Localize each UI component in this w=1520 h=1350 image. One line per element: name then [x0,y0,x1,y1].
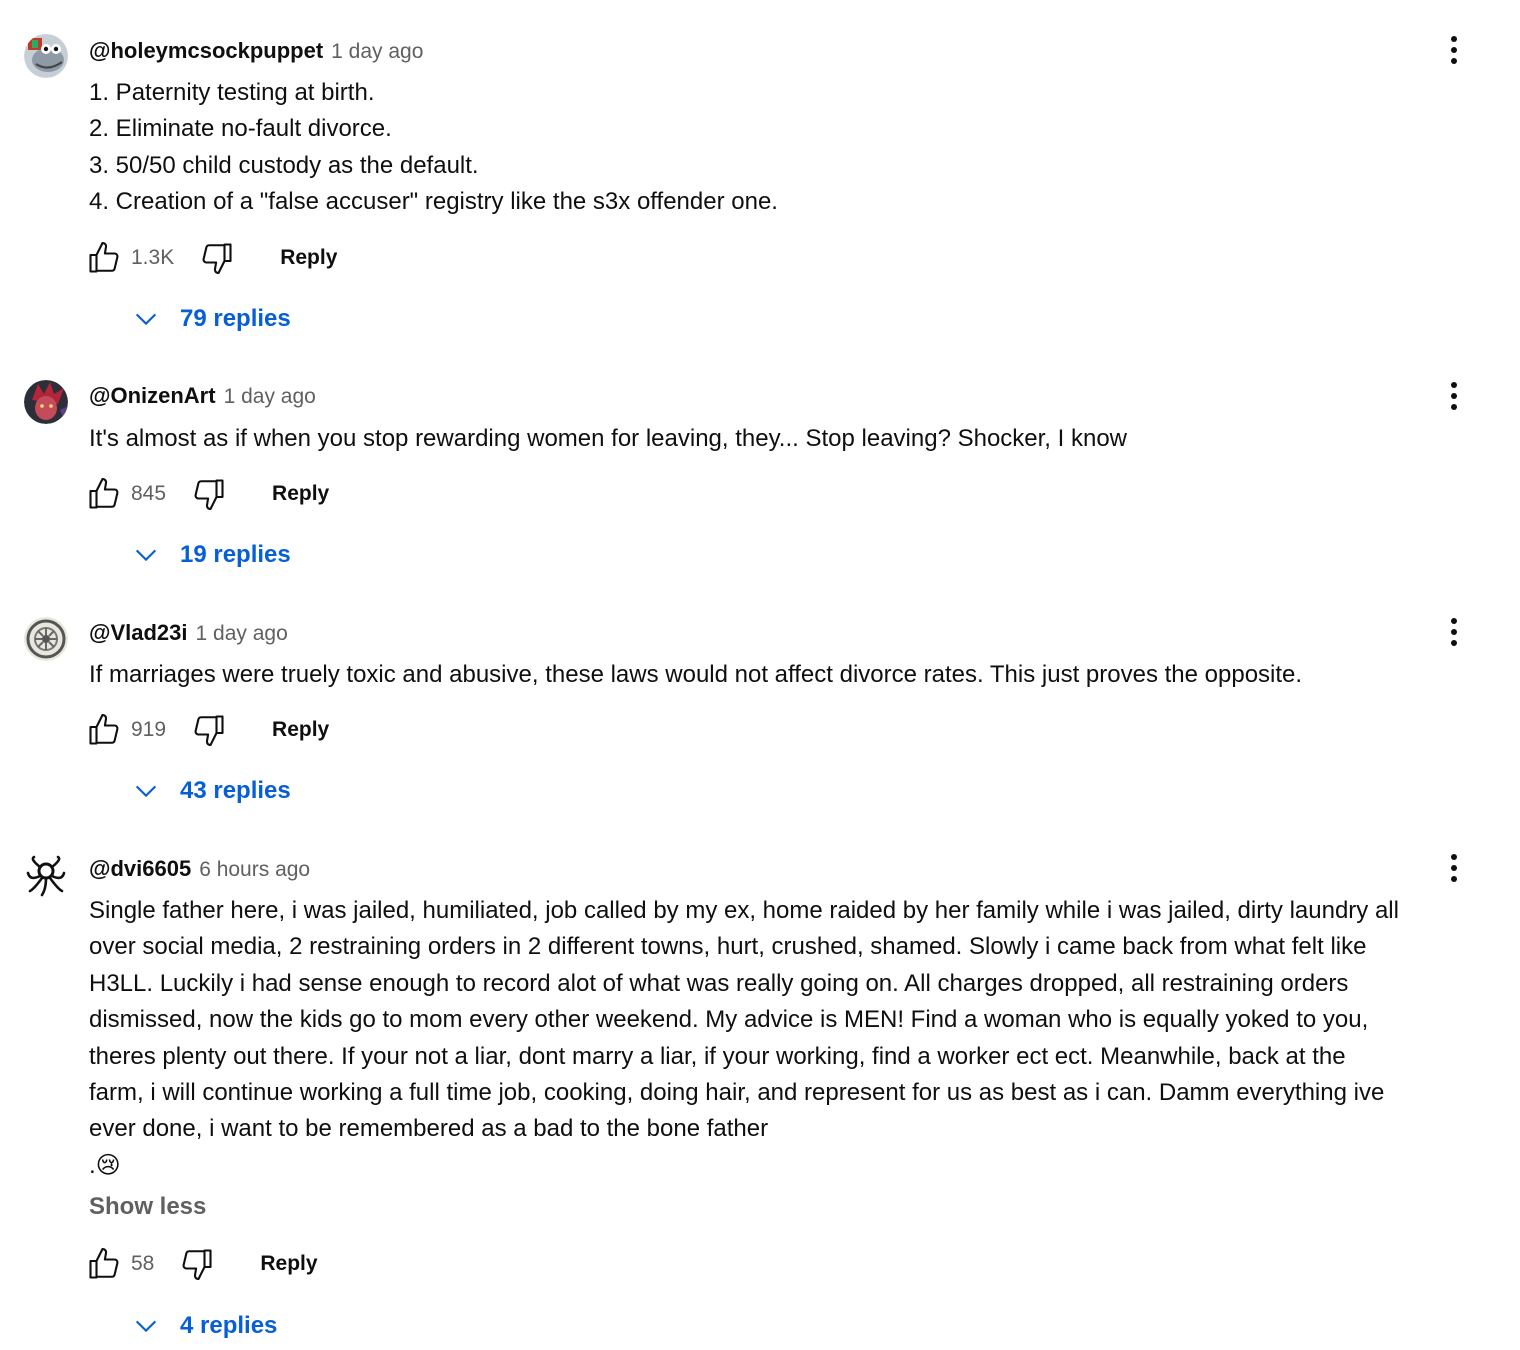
thumbs-down-icon [194,715,224,747]
comment-line: 2. Eliminate no-fault divorce. [89,115,392,143]
chevron-down-icon [130,775,162,807]
chevron-down-icon [130,1310,162,1342]
thumbs-down-icon [202,243,232,275]
reply-button[interactable]: Reply [272,718,329,742]
comment-text: 1. Paternity testing at birth. 2. Elimin… [89,75,1479,221]
comment-author[interactable]: @Vlad23i [89,620,188,646]
thumbs-down-icon [194,479,224,511]
avatar[interactable] [24,617,68,661]
replies-count[interactable]: 79 replies [180,305,291,333]
kebab-dot [1451,47,1457,53]
comment-text: If marriages were truely toxic and abusi… [89,657,1479,693]
comment-thread: @Vlad23i 1 day ago If marriages were tru… [0,581,1520,817]
more-actions-button[interactable] [1436,848,1472,888]
like-count: 845 [131,482,167,505]
comment-line: H3LL. Luckily i had sense enough to reco… [89,969,1349,997]
comment-line: theres plenty out there. If your not a l… [89,1042,1346,1070]
comment-line: ever done, i want to be remembered as a … [89,1115,769,1143]
replies-count[interactable]: 19 replies [180,541,291,569]
kebab-dot [1451,393,1457,399]
avatar[interactable] [24,380,68,424]
reply-button[interactable]: Reply [272,482,329,506]
view-replies-button[interactable]: 43 replies [130,771,291,811]
more-actions-button[interactable] [1436,30,1472,70]
kebab-dot [1451,36,1457,42]
like-count: 58 [131,1252,155,1275]
like-button[interactable] [85,475,123,513]
kebab-dot [1451,854,1457,860]
kebab-dot [1451,58,1457,64]
avatar[interactable] [24,853,68,897]
comment-author[interactable]: @dvi6605 [89,856,191,882]
dislike-button[interactable] [190,711,228,749]
thumbs-up-icon [89,477,119,509]
octopus-avatar-icon [24,853,68,897]
dislike-button[interactable] [178,1245,216,1283]
chevron-down-icon [130,539,162,571]
like-button[interactable] [85,711,123,749]
like-button[interactable] [85,1245,123,1283]
kebab-dot [1451,640,1457,646]
kebab-dot [1451,618,1457,624]
comment-author[interactable]: @holeymcsockpuppet [89,38,323,64]
thumbs-up-icon [89,241,119,273]
comment-actions: 919 Reply [85,710,329,750]
comment-text: Single father here, i was jailed, humili… [89,893,1479,1184]
chevron-down-icon [130,303,162,335]
comment-line: .😢 [89,1151,121,1179]
view-replies-button[interactable]: 79 replies [130,299,291,339]
like-count: 919 [131,718,167,741]
comment-timestamp[interactable]: 1 day ago [224,385,316,409]
dislike-button[interactable] [198,239,236,277]
reply-button[interactable]: Reply [260,1252,317,1276]
like-count: 1.3K [131,246,175,269]
kebab-dot [1451,865,1457,871]
thumbs-up-icon [89,1247,119,1279]
comment-line: over social media, 2 restraining orders … [89,933,1367,961]
comment-timestamp[interactable]: 6 hours ago [199,858,310,882]
comment-line: 1. Paternity testing at birth. [89,79,375,106]
character-avatar-icon [24,380,68,424]
comment-line: dismissed, now the kids go to mom every … [89,1006,1369,1034]
comment-timestamp[interactable]: 1 day ago [196,622,288,646]
comment-actions: 845 Reply [85,474,329,514]
replies-count[interactable]: 43 replies [180,777,291,805]
comment-text: It's almost as if when you stop rewardin… [89,421,1479,457]
kebab-dot [1451,404,1457,410]
more-actions-button[interactable] [1436,376,1472,416]
comment-line: farm, i will continue working a full tim… [89,1079,1385,1107]
thumbs-up-icon [89,713,119,745]
comment-line: If marriages were truely toxic and abusi… [89,661,1303,688]
comment-line: Single father here, i was jailed, humili… [89,897,1399,924]
comment-thread: @holeymcsockpuppet 1 day ago 1. Paternit… [0,0,1520,345]
wheel-avatar-icon [24,617,68,661]
comment-thread: @dvi6605 6 hours ago Single father here,… [0,817,1520,1350]
kebab-dot [1451,876,1457,882]
dislike-button[interactable] [190,475,228,513]
reply-button[interactable]: Reply [280,246,337,270]
comment-timestamp[interactable]: 1 day ago [331,40,423,64]
view-replies-button[interactable]: 4 replies [130,1306,277,1346]
view-replies-button[interactable]: 19 replies [130,535,291,575]
comment-line: 3. 50/50 child custody as the default. [89,151,479,179]
cartoon-avatar-icon [24,34,68,78]
comment-thread: @OnizenArt 1 day ago It's almost as if w… [0,345,1520,581]
avatar[interactable] [24,34,68,78]
comment-actions: 1.3K Reply [85,238,337,278]
comment-line: It's almost as if when you stop rewardin… [89,425,1127,452]
show-less-button[interactable]: Show less [89,1193,206,1221]
comment-author[interactable]: @OnizenArt [89,383,216,409]
thumbs-down-icon [182,1249,212,1281]
kebab-dot [1451,382,1457,388]
comment-line: 4. Creation of a "false accuser" registr… [89,188,778,216]
kebab-dot [1451,629,1457,635]
more-actions-button[interactable] [1436,612,1472,652]
replies-count[interactable]: 4 replies [180,1312,277,1340]
comment-actions: 58 Reply [85,1244,318,1284]
like-button[interactable] [85,239,123,277]
